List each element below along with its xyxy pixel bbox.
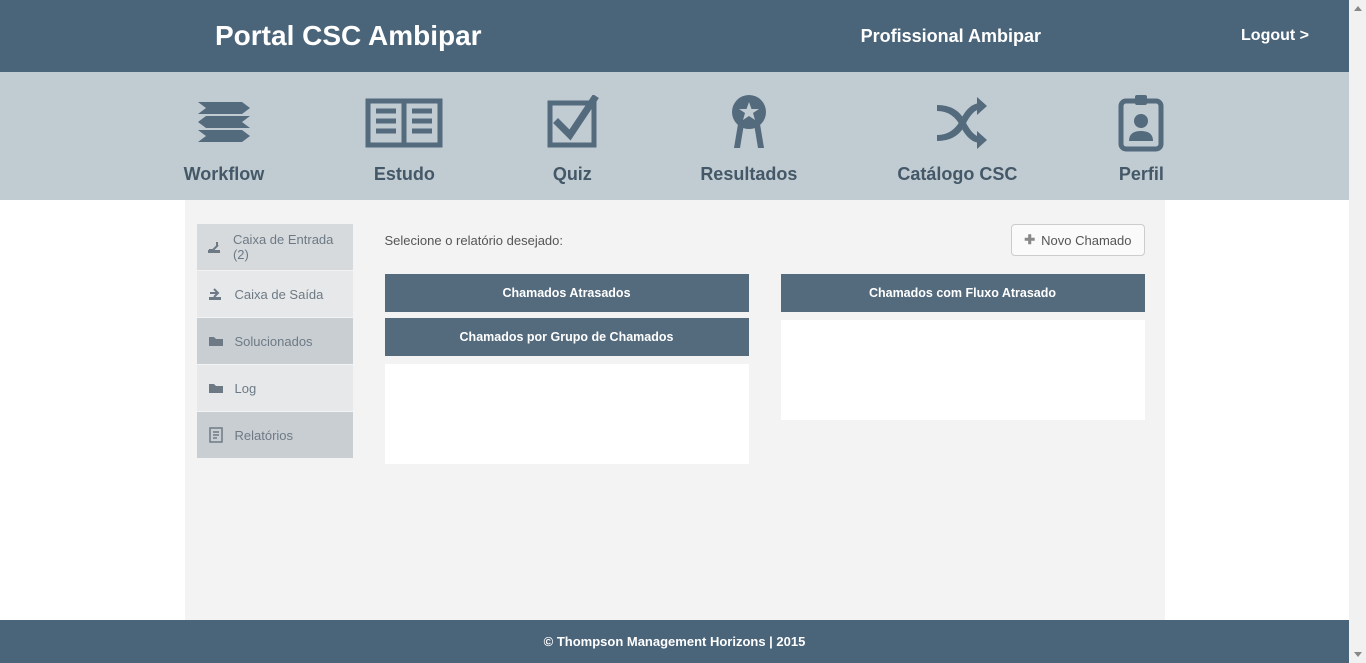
sidebar-item-label: Caixa de Entrada (2)	[233, 232, 343, 262]
nav-item-catalogo[interactable]: Catálogo CSC	[897, 88, 1017, 185]
sidebar-item-outbox[interactable]: Caixa de Saída	[197, 271, 353, 317]
inbox-icon	[207, 240, 223, 254]
sidebar-item-label: Solucionados	[235, 334, 313, 349]
nav-item-quiz[interactable]: Quiz	[544, 88, 600, 185]
nav-item-perfil[interactable]: Perfil	[1117, 88, 1165, 185]
folder-icon	[207, 382, 225, 394]
scrollbar-up-button[interactable]	[1349, 0, 1366, 17]
report-panel-body-right	[781, 320, 1145, 420]
nav-item-estudo[interactable]: Estudo	[364, 88, 444, 185]
report-btn-atrasados[interactable]: Chamados Atrasados	[385, 274, 749, 312]
app-title: Portal CSC Ambipar	[215, 20, 482, 52]
report-icon	[207, 427, 225, 443]
nav-label-workflow: Workflow	[184, 164, 265, 185]
nav-label-perfil: Perfil	[1119, 164, 1164, 185]
shuffle-icon	[927, 88, 987, 158]
instruction-text: Selecione o relatório desejado:	[385, 233, 564, 248]
main-area: Selecione o relatório desejado: ✚ Novo C…	[365, 200, 1165, 600]
scrollbar-down-button[interactable]	[1349, 646, 1366, 663]
sidebar-item-label: Relatórios	[235, 428, 294, 443]
outbox-icon	[207, 287, 225, 301]
report-btn-fluxo-atrasado[interactable]: Chamados com Fluxo Atrasado	[781, 274, 1145, 312]
nav-item-workflow[interactable]: Workflow	[184, 88, 265, 185]
sidebar-item-inbox[interactable]: Caixa de Entrada (2)	[197, 224, 353, 270]
content-panel: Caixa de Entrada (2) Caixa de Saída Solu…	[185, 200, 1165, 620]
sidebar-item-log[interactable]: Log	[197, 365, 353, 411]
new-ticket-button[interactable]: ✚ Novo Chamado	[1011, 224, 1144, 256]
workflow-icon	[192, 88, 256, 158]
nav-label-estudo: Estudo	[374, 164, 435, 185]
sidebar: Caixa de Entrada (2) Caixa de Saída Solu…	[185, 200, 365, 600]
report-btn-por-grupo[interactable]: Chamados por Grupo de Chamados	[385, 318, 749, 356]
scrollbar-track[interactable]	[1349, 0, 1366, 663]
nav-label-quiz: Quiz	[553, 164, 592, 185]
nav-label-resultados: Resultados	[700, 164, 797, 185]
nav-label-catalogo: Catálogo CSC	[897, 164, 1017, 185]
folder-icon	[207, 335, 225, 347]
sidebar-item-label: Caixa de Saída	[235, 287, 324, 302]
report-panel-body-left	[385, 364, 749, 464]
sidebar-item-reports[interactable]: Relatórios	[197, 412, 353, 458]
sidebar-item-label: Log	[235, 381, 257, 396]
footer: © Thompson Management Horizons | 2015	[0, 620, 1349, 663]
book-icon	[364, 88, 444, 158]
logout-link[interactable]: Logout >	[1241, 27, 1309, 45]
new-ticket-label: Novo Chamado	[1041, 233, 1131, 248]
current-user-label: Profissional Ambipar	[861, 26, 1041, 47]
header-bar: Portal CSC Ambipar Profissional Ambipar …	[0, 0, 1349, 72]
plus-icon: ✚	[1024, 232, 1035, 248]
footer-text: © Thompson Management Horizons | 2015	[544, 634, 806, 649]
profile-icon	[1117, 88, 1165, 158]
medal-icon	[724, 88, 774, 158]
checkbox-icon	[544, 88, 600, 158]
nav-item-resultados[interactable]: Resultados	[700, 88, 797, 185]
sidebar-item-solved[interactable]: Solucionados	[197, 318, 353, 364]
top-nav: Workflow Estudo	[0, 72, 1349, 200]
